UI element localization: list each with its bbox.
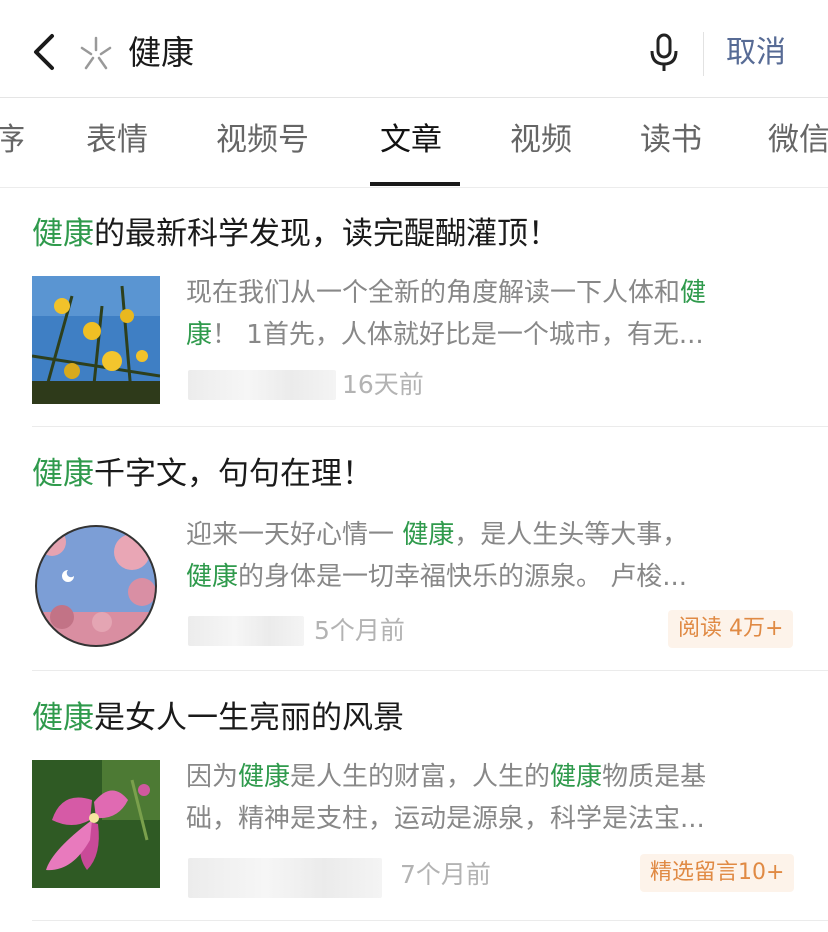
blurred-source bbox=[188, 370, 336, 400]
article-snippet: 现在我们从一个全新的角度解读一下人体和健 康！ 1首先，人体就好比是一个城市，有… bbox=[186, 278, 707, 350]
tab-partial-left[interactable]: 序 bbox=[0, 118, 25, 162]
blurred-source bbox=[188, 616, 304, 646]
read-count-badge: 阅读 4万+ bbox=[668, 610, 794, 648]
tab-articles[interactable]: 文章 bbox=[380, 118, 442, 162]
search-input[interactable]: 健康 bbox=[128, 31, 194, 75]
search-bar: 健康 取消 bbox=[0, 0, 828, 98]
tab-wechat[interactable]: 微信 bbox=[768, 118, 828, 162]
article-snippet: 迎来一天好心情一 健康，是人生头等大事， 健康的身体是一切幸福快乐的源泉。 卢梭… bbox=[186, 520, 689, 592]
article-title: 健康是女人一生亮丽的风景 bbox=[32, 700, 404, 736]
tab-stickers[interactable]: 表情 bbox=[86, 118, 148, 162]
divider bbox=[32, 670, 828, 671]
back-arrow-icon[interactable] bbox=[28, 32, 64, 72]
search-divider bbox=[703, 32, 704, 76]
comments-badge: 精选留言10+ bbox=[640, 854, 795, 892]
category-tabs: 序 表情 视频号 文章 视频 读书 微信 bbox=[0, 98, 828, 188]
active-tab-indicator bbox=[370, 182, 460, 186]
tab-videos[interactable]: 视频 bbox=[510, 118, 572, 162]
article-time: 16天前 bbox=[342, 370, 424, 399]
article-title: 健康千字文，句句在理！ bbox=[32, 456, 373, 492]
tab-channels[interactable]: 视频号 bbox=[216, 118, 309, 162]
cancel-button[interactable]: 取消 bbox=[726, 31, 786, 75]
search-sparkle-icon bbox=[80, 36, 112, 70]
microphone-icon[interactable] bbox=[648, 33, 680, 73]
article-thumbnail bbox=[32, 760, 160, 888]
article-title: 健康的最新科学发现，读完醍醐灌顶！ bbox=[32, 216, 559, 252]
article-thumbnail bbox=[35, 525, 157, 647]
article-time: 7个月前 bbox=[400, 860, 491, 889]
blurred-source bbox=[188, 858, 382, 898]
divider bbox=[32, 426, 828, 427]
article-snippet: 因为健康是人生的财富，人生的健康物质是基 础，精神是支柱，运动是源泉，科学是法宝… bbox=[186, 762, 707, 834]
tab-books[interactable]: 读书 bbox=[640, 118, 702, 162]
article-thumbnail bbox=[32, 276, 160, 404]
article-time: 5个月前 bbox=[314, 616, 405, 645]
divider bbox=[32, 920, 828, 921]
